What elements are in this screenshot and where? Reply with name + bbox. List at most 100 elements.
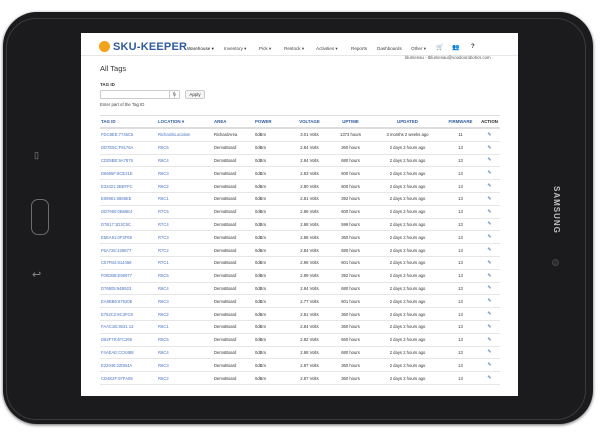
location-cell[interactable]: R6C4: [157, 282, 213, 296]
col-header-uptime[interactable]: UPTIME: [328, 115, 372, 129]
col-header-power[interactable]: POWER: [254, 115, 290, 129]
menu-restock[interactable]: Restock ▾: [284, 46, 304, 52]
edit-icon[interactable]: ✎: [478, 218, 500, 232]
tag-id-cell[interactable]: D76805:94B923: [100, 282, 157, 296]
edit-icon[interactable]: ✎: [478, 141, 500, 155]
tag-id-cell[interactable]: EA6BB6:67520E: [100, 294, 157, 309]
voltage-cell: 2.87 Volts: [290, 371, 328, 385]
edit-icon[interactable]: ✎: [478, 371, 500, 385]
edit-icon[interactable]: ✎: [478, 320, 500, 334]
location-cell[interactable]: R7C5: [157, 205, 213, 219]
back-icon[interactable]: ↩: [32, 268, 41, 281]
tag-id-cell[interactable]: FDC8EE:7745C5: [100, 128, 157, 142]
location-cell[interactable]: R7C3: [157, 230, 213, 245]
tag-id-cell[interactable]: E08981:6885EE: [100, 192, 157, 206]
cart-icon[interactable]: 🛒: [436, 44, 443, 51]
firmware-cell: 13: [442, 269, 478, 283]
menu-activities[interactable]: Activities ▾: [316, 46, 338, 52]
edit-icon[interactable]: ✎: [478, 269, 500, 283]
edit-icon[interactable]: ✎: [478, 282, 500, 296]
menu-pick[interactable]: Pick ▾: [259, 46, 271, 52]
tag-id-cell[interactable]: E33421:2BEFFC: [100, 179, 157, 193]
location-cell[interactable]: R6C4: [157, 346, 213, 360]
tag-id-cell[interactable]: E752C2:8C3FC8: [100, 307, 157, 321]
table-row: D76805:94B923 R6C4 DemoBoard 0dBm 2.84 Volts…: [100, 282, 500, 296]
location-cell[interactable]: R7C1: [157, 256, 213, 270]
tag-id-cell[interactable]: D82F79:4FC269: [100, 333, 157, 347]
edit-icon[interactable]: ✎: [478, 307, 500, 321]
menu-warehouse[interactable]: Warehouse ▾: [187, 46, 214, 52]
edit-icon[interactable]: ✎: [478, 358, 500, 373]
voltage-cell: 2.82 Volts: [290, 333, 328, 347]
location-cell[interactable]: R6C4: [157, 154, 213, 168]
menu-other[interactable]: Other ▾: [411, 46, 426, 52]
location-cell[interactable]: RichardsLocation: [157, 128, 213, 142]
location-cell[interactable]: R6C2: [157, 307, 213, 321]
edit-icon[interactable]: ✎: [478, 256, 500, 270]
edit-icon[interactable]: ✎: [478, 128, 500, 142]
location-cell[interactable]: R6C1: [157, 320, 213, 334]
location-cell[interactable]: R6C3: [157, 166, 213, 181]
tag-id-cell[interactable]: F00DB8:E66977: [100, 269, 157, 283]
location-cell[interactable]: R7C2: [157, 243, 213, 257]
location-cell[interactable]: R6C3: [157, 358, 213, 373]
menu-dashboards[interactable]: Dashboards: [377, 46, 402, 51]
location-cell[interactable]: R6C2: [157, 179, 213, 193]
user-account-text[interactable]: blumenau - tblumenau@voodoorobotics.com: [405, 55, 491, 60]
apply-button[interactable]: Apply: [185, 90, 205, 99]
tag-id-cell[interactable]: CD05BE:9A7875: [100, 154, 157, 168]
menu-reports[interactable]: Reports: [351, 46, 367, 51]
tag-id-cell[interactable]: E22046:22DB4A: [100, 358, 157, 373]
edit-icon[interactable]: ✎: [478, 333, 500, 347]
tag-id-cell[interactable]: C57FB4:814458: [100, 256, 157, 270]
location-cell[interactable]: R6C3: [157, 294, 213, 309]
tag-id-cell[interactable]: D6685F:8CE21E: [100, 166, 157, 181]
location-cell[interactable]: R5C5: [157, 269, 213, 283]
tag-id-cell[interactable]: E5EA51:0F3F69: [100, 230, 157, 245]
logo-text[interactable]: SKU-KEEPER: [113, 41, 187, 53]
location-cell[interactable]: R6C5: [157, 141, 213, 155]
home-button[interactable]: [31, 199, 49, 235]
col-header-updated[interactable]: UPDATED: [372, 115, 442, 129]
edit-icon[interactable]: ✎: [478, 179, 500, 193]
tag-id-cell[interactable]: CD4E2F:97FA08: [100, 371, 157, 385]
firmware-cell: 13: [442, 307, 478, 321]
uptime-cell: 1373 hours: [328, 128, 372, 142]
tag-id-cell[interactable]: DD7950:0B66E4: [100, 205, 157, 219]
col-header-voltage[interactable]: VOLTAGE: [290, 115, 328, 129]
refresh-icon[interactable]: ↻: [169, 90, 180, 99]
col-header-action: ACTION: [478, 115, 500, 129]
edit-icon[interactable]: ✎: [478, 192, 500, 206]
tag-id-input[interactable]: [100, 90, 175, 99]
recent-apps-icon[interactable]: ▯: [34, 150, 39, 161]
area-cell: DemoBoard: [213, 320, 254, 334]
location-cell[interactable]: R7C4: [157, 218, 213, 232]
menu-inventory[interactable]: Inventory ▾: [224, 46, 246, 52]
tag-id-cell[interactable]: F5A72E:428877: [100, 243, 157, 257]
edit-icon[interactable]: ✎: [478, 243, 500, 257]
tag-id-cell[interactable]: FAAC1B:3631 13: [100, 320, 157, 334]
voltage-cell: 2.88 Volts: [290, 230, 328, 245]
users-icon[interactable]: 👥: [452, 44, 459, 51]
col-header-firmware[interactable]: FIRMWARE: [442, 115, 478, 129]
col-header-tag-id[interactable]: TAG ID: [100, 115, 157, 129]
edit-icon[interactable]: ✎: [478, 205, 500, 219]
col-header-location[interactable]: LOCATION ▾: [157, 115, 213, 129]
help-icon[interactable]: ?: [471, 44, 475, 50]
col-header-area[interactable]: AREA: [213, 115, 254, 129]
voltage-cell: 2.80 Volts: [290, 179, 328, 193]
tag-id-cell[interactable]: D7B17:1D3C5C: [100, 218, 157, 232]
edit-icon[interactable]: ✎: [478, 294, 500, 309]
edit-icon[interactable]: ✎: [478, 230, 500, 245]
location-cell[interactable]: R5C2: [157, 371, 213, 385]
edit-icon[interactable]: ✎: [478, 154, 500, 168]
location-cell[interactable]: R6C1: [157, 192, 213, 206]
voltage-cell: 2.87 Volts: [290, 358, 328, 373]
location-cell[interactable]: R5C5: [157, 333, 213, 347]
tag-id-cell[interactable]: DD7E5C:F8176A: [100, 141, 157, 155]
edit-icon[interactable]: ✎: [478, 166, 500, 181]
tag-id-cell[interactable]: F4AEAE:CC8488: [100, 346, 157, 360]
edit-icon[interactable]: ✎: [478, 346, 500, 360]
table-row: DD7E5C:F8176A R6C5 DemoBoard 0dBm 2.84 Volts…: [100, 141, 500, 155]
logo-icon[interactable]: [99, 41, 110, 52]
